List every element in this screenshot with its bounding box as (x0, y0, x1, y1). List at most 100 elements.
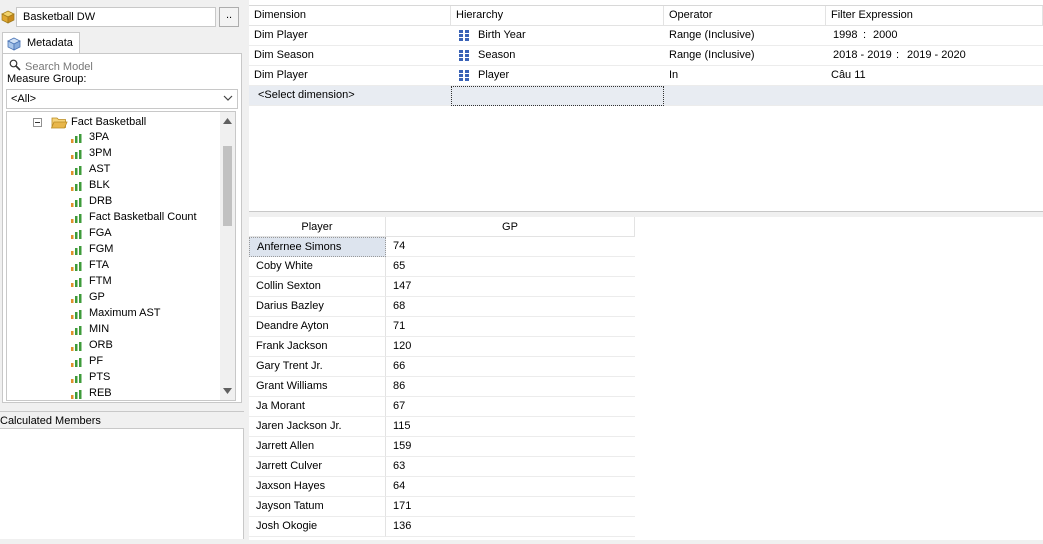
result-player-cell[interactable]: Darius Bazley (249, 297, 386, 317)
result-gp-cell[interactable]: 171 (386, 497, 635, 517)
tree-scrollbar[interactable] (220, 112, 235, 400)
filter-hierarchy-label: Player (478, 69, 510, 81)
result-gp-cell[interactable]: 68 (386, 297, 635, 317)
search-model-input[interactable]: Search Model (7, 57, 237, 71)
range-from: 2018 - 2019 (833, 49, 892, 61)
result-player-cell[interactable]: Anfernee Simons (249, 237, 386, 257)
metadata-panel: Search Model Measure Group: <All> Fact B… (2, 53, 242, 403)
result-gp-cell[interactable]: 136 (386, 517, 635, 537)
filter-operator-cell[interactable]: Range (Inclusive) (664, 26, 826, 46)
result-gp-cell[interactable]: 71 (386, 317, 635, 337)
result-gp-cell[interactable]: 63 (386, 457, 635, 477)
measure-icon (71, 374, 82, 383)
result-player-cell[interactable]: Jaxson Hayes (249, 477, 386, 497)
measure-label: REB (89, 387, 112, 399)
tab-metadata[interactable]: Metadata (2, 32, 80, 54)
chevron-down-icon (223, 95, 233, 101)
filter-operator-cell[interactable]: In (664, 66, 826, 86)
result-player-cell[interactable]: Josh Okogie (249, 517, 386, 537)
measure-label: GP (89, 291, 105, 303)
calculated-members-panel (0, 429, 244, 539)
measure-label: PTS (89, 371, 111, 383)
filter-grid: Dimension Hierarchy Operator Filter Expr… (249, 5, 1043, 212)
scroll-down-icon[interactable] (223, 388, 232, 394)
filter-dimension-cell[interactable]: Dim Player (249, 26, 451, 46)
measure-icon (71, 214, 82, 223)
collapse-icon[interactable] (33, 118, 42, 127)
calculated-members-header: Calculated Members (0, 411, 244, 429)
result-player-cell[interactable]: Jarrett Allen (249, 437, 386, 457)
folder-open-icon (51, 117, 68, 129)
filter-operator-cell[interactable]: Range (Inclusive) (664, 46, 826, 66)
measure-label: FGM (89, 243, 114, 255)
result-player-cell[interactable]: Grant Williams (249, 377, 386, 397)
measure-icon (71, 326, 82, 335)
result-gp-cell[interactable]: 67 (386, 397, 635, 417)
scrollbar-thumb[interactable] (223, 146, 232, 226)
result-gp-cell[interactable]: 159 (386, 437, 635, 457)
hierarchy-icon (459, 70, 469, 81)
measure-icon (71, 182, 82, 191)
measure-label: FTM (89, 275, 112, 287)
filter-hierarchy-label: Season (478, 49, 516, 61)
measure-icon (71, 246, 82, 255)
filter-expression-cell[interactable]: Câu 11 (826, 66, 1043, 86)
cube-name: Basketball DW (23, 11, 96, 23)
search-icon (9, 59, 21, 71)
result-gp-cell[interactable]: 66 (386, 357, 635, 377)
measure-group-value: <All> (11, 93, 37, 105)
result-player-cell[interactable]: Frank Jackson (249, 337, 386, 357)
result-player-cell[interactable]: Jarrett Culver (249, 457, 386, 477)
filter-dimension-cell[interactable]: Dim Player (249, 66, 451, 86)
measure-label: MIN (89, 323, 110, 335)
search-placeholder: Search Model (25, 61, 93, 71)
result-player-cell[interactable]: Gary Trent Jr. (249, 357, 386, 377)
header-dimension[interactable]: Dimension (249, 6, 451, 26)
filter-expression-cell[interactable]: 1998 : 2000 (826, 26, 1043, 46)
measure-icon (71, 134, 82, 143)
measure-icon (71, 198, 82, 207)
measure-label: DRB (89, 195, 113, 207)
scroll-up-icon[interactable] (223, 118, 232, 124)
result-player-cell[interactable]: Deandre Ayton (249, 317, 386, 337)
measure-icon (71, 278, 82, 287)
measure-icon (71, 358, 82, 367)
select-dimension-cell[interactable]: <Select dimension> (253, 86, 451, 106)
cube-name-field[interactable]: Basketball DW (16, 7, 216, 27)
result-gp-cell[interactable]: 115 (386, 417, 635, 437)
cube-browse-button[interactable]: .. (219, 7, 239, 27)
results-header-gp[interactable]: GP (386, 217, 635, 237)
range-separator: : (863, 29, 867, 41)
results-header-player[interactable]: Player (249, 217, 386, 237)
cube-icon (1, 10, 15, 24)
header-filter-expression[interactable]: Filter Expression (826, 6, 1043, 26)
measure-group-label: Measure Group: (7, 73, 87, 85)
measure-label: ORB (89, 339, 113, 351)
result-gp-cell[interactable]: 65 (386, 257, 635, 277)
filter-hierarchy-cell[interactable]: Birth Year (451, 26, 664, 46)
result-gp-cell[interactable]: 64 (386, 477, 635, 497)
measure-icon (71, 230, 82, 239)
result-player-cell[interactable]: Coby White (249, 257, 386, 277)
metadata-icon (7, 37, 21, 51)
header-hierarchy[interactable]: Hierarchy (451, 6, 664, 26)
tree-root-label: Fact Basketball (71, 116, 147, 128)
measure-group-select[interactable]: <All> (6, 89, 238, 109)
result-gp-cell[interactable]: 120 (386, 337, 635, 357)
filter-dimension-cell[interactable]: Dim Season (249, 46, 451, 66)
result-gp-cell[interactable]: 86 (386, 377, 635, 397)
select-hierarchy-cell[interactable] (451, 86, 664, 106)
result-player-cell[interactable]: Jayson Tatum (249, 497, 386, 517)
filter-hierarchy-cell[interactable]: Player (451, 66, 664, 86)
result-gp-cell[interactable]: 74 (386, 237, 635, 257)
metadata-tree: Fact Basketball 3PA 3PM AST BLK DRB Fact Bask… (6, 111, 236, 401)
status-bar (0, 540, 1043, 544)
result-player-cell[interactable]: Collin Sexton (249, 277, 386, 297)
result-player-cell[interactable]: Jaren Jackson Jr. (249, 417, 386, 437)
filter-expression-cell[interactable]: 2018 - 2019 : 2019 - 2020 (826, 46, 1043, 66)
result-gp-cell[interactable]: 147 (386, 277, 635, 297)
header-operator[interactable]: Operator (664, 6, 826, 26)
measure-icon (71, 166, 82, 175)
result-player-cell[interactable]: Ja Morant (249, 397, 386, 417)
filter-hierarchy-cell[interactable]: Season (451, 46, 664, 66)
